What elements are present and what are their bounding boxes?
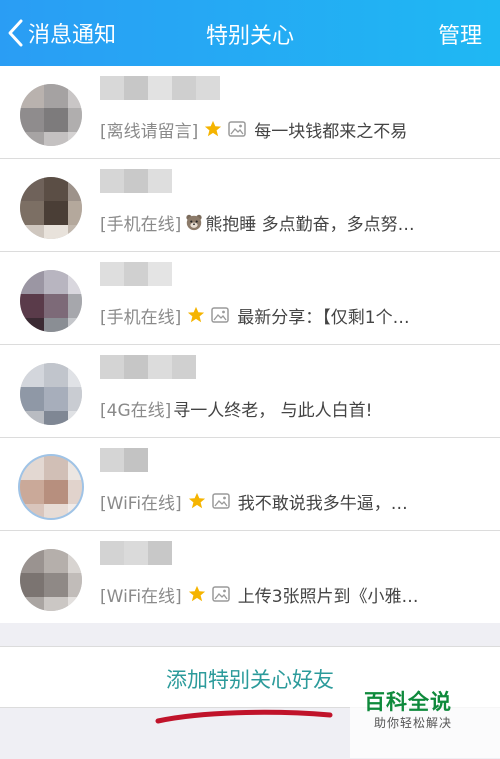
avatar — [20, 456, 82, 518]
avatar — [20, 177, 82, 239]
image-icon — [211, 307, 230, 323]
watermark-subtitle: 助你轻松解决 — [374, 716, 453, 730]
status-line: [手机在线] 熊抱睡 多点勤奋，多点努… — [100, 209, 415, 235]
contact-name-mosaic — [100, 76, 220, 100]
star-icon — [188, 585, 205, 602]
avatar — [20, 84, 82, 146]
signature-text: 上传3张照片到《小雅… — [237, 586, 419, 607]
contact-name-mosaic — [100, 448, 148, 472]
status-line: [4G在线] 寻一人终老， 与此人白首! — [100, 395, 372, 421]
contact-name-mosaic — [100, 262, 172, 286]
red-underline-annotation — [155, 709, 333, 724]
image-icon — [211, 493, 230, 509]
contact-list: [离线请留言] 每一块钱都来之不易 [手机在线] 熊抱睡 多点勤奋，多点努… [… — [0, 66, 500, 623]
signature-text: 寻一人终老， 与此人白首! — [173, 400, 373, 421]
online-status: [4G在线] — [100, 400, 172, 421]
contact-row[interactable]: [手机在线] 最新分享：【仅剩1个… — [0, 252, 500, 345]
nav-bar: 消息通知 特别关心 管理 — [0, 0, 500, 66]
contact-row[interactable]: [WiFi在线] 我不敢说我多牛逼，… — [0, 438, 500, 531]
status-line: [WiFi在线] 我不敢说我多牛逼，… — [100, 488, 408, 514]
online-status: [WiFi在线] — [100, 493, 182, 514]
contact-row[interactable]: [离线请留言] 每一块钱都来之不易 — [0, 66, 500, 159]
contact-name-mosaic — [100, 355, 196, 379]
contact-row[interactable]: [手机在线] 熊抱睡 多点勤奋，多点努… — [0, 159, 500, 252]
online-status: [手机在线] — [100, 307, 182, 328]
online-status: [WiFi在线] — [100, 586, 182, 607]
page-title: 特别关心 — [205, 24, 294, 49]
status-line: [离线请留言] 每一块钱都来之不易 — [100, 116, 407, 142]
manage-button[interactable]: 管理 — [438, 18, 482, 50]
status-line: [WiFi在线] 上传3张照片到《小雅… — [100, 581, 419, 607]
watermark-title: 百科全说 — [364, 690, 452, 714]
online-status: [离线请留言] — [100, 121, 199, 142]
signature-text: 熊抱睡 多点勤奋，多点努… — [205, 214, 415, 235]
avatar — [20, 549, 82, 611]
bear-emoji-icon — [186, 214, 202, 231]
contact-name-mosaic — [100, 541, 172, 565]
contact-row[interactable]: [WiFi在线] 上传3张照片到《小雅… — [0, 531, 500, 623]
status-line: [手机在线] 最新分享：【仅剩1个… — [100, 302, 410, 328]
signature-text: 每一块钱都来之不易 — [254, 121, 408, 142]
image-icon — [211, 586, 230, 602]
star-icon — [205, 120, 222, 137]
signature-text: 我不敢说我多牛逼，… — [237, 493, 408, 514]
star-icon — [188, 492, 205, 509]
contact-row[interactable]: [4G在线] 寻一人终老， 与此人白首! — [0, 345, 500, 438]
signature-text: 最新分享：【仅剩1个… — [237, 307, 410, 328]
watermark: 百科全说 助你轻松解决 — [350, 678, 500, 758]
star-icon — [188, 306, 205, 323]
online-status: [手机在线] — [100, 214, 182, 235]
avatar — [20, 363, 82, 425]
contact-name-mosaic — [100, 169, 172, 193]
avatar — [20, 270, 82, 332]
image-icon — [228, 121, 247, 137]
